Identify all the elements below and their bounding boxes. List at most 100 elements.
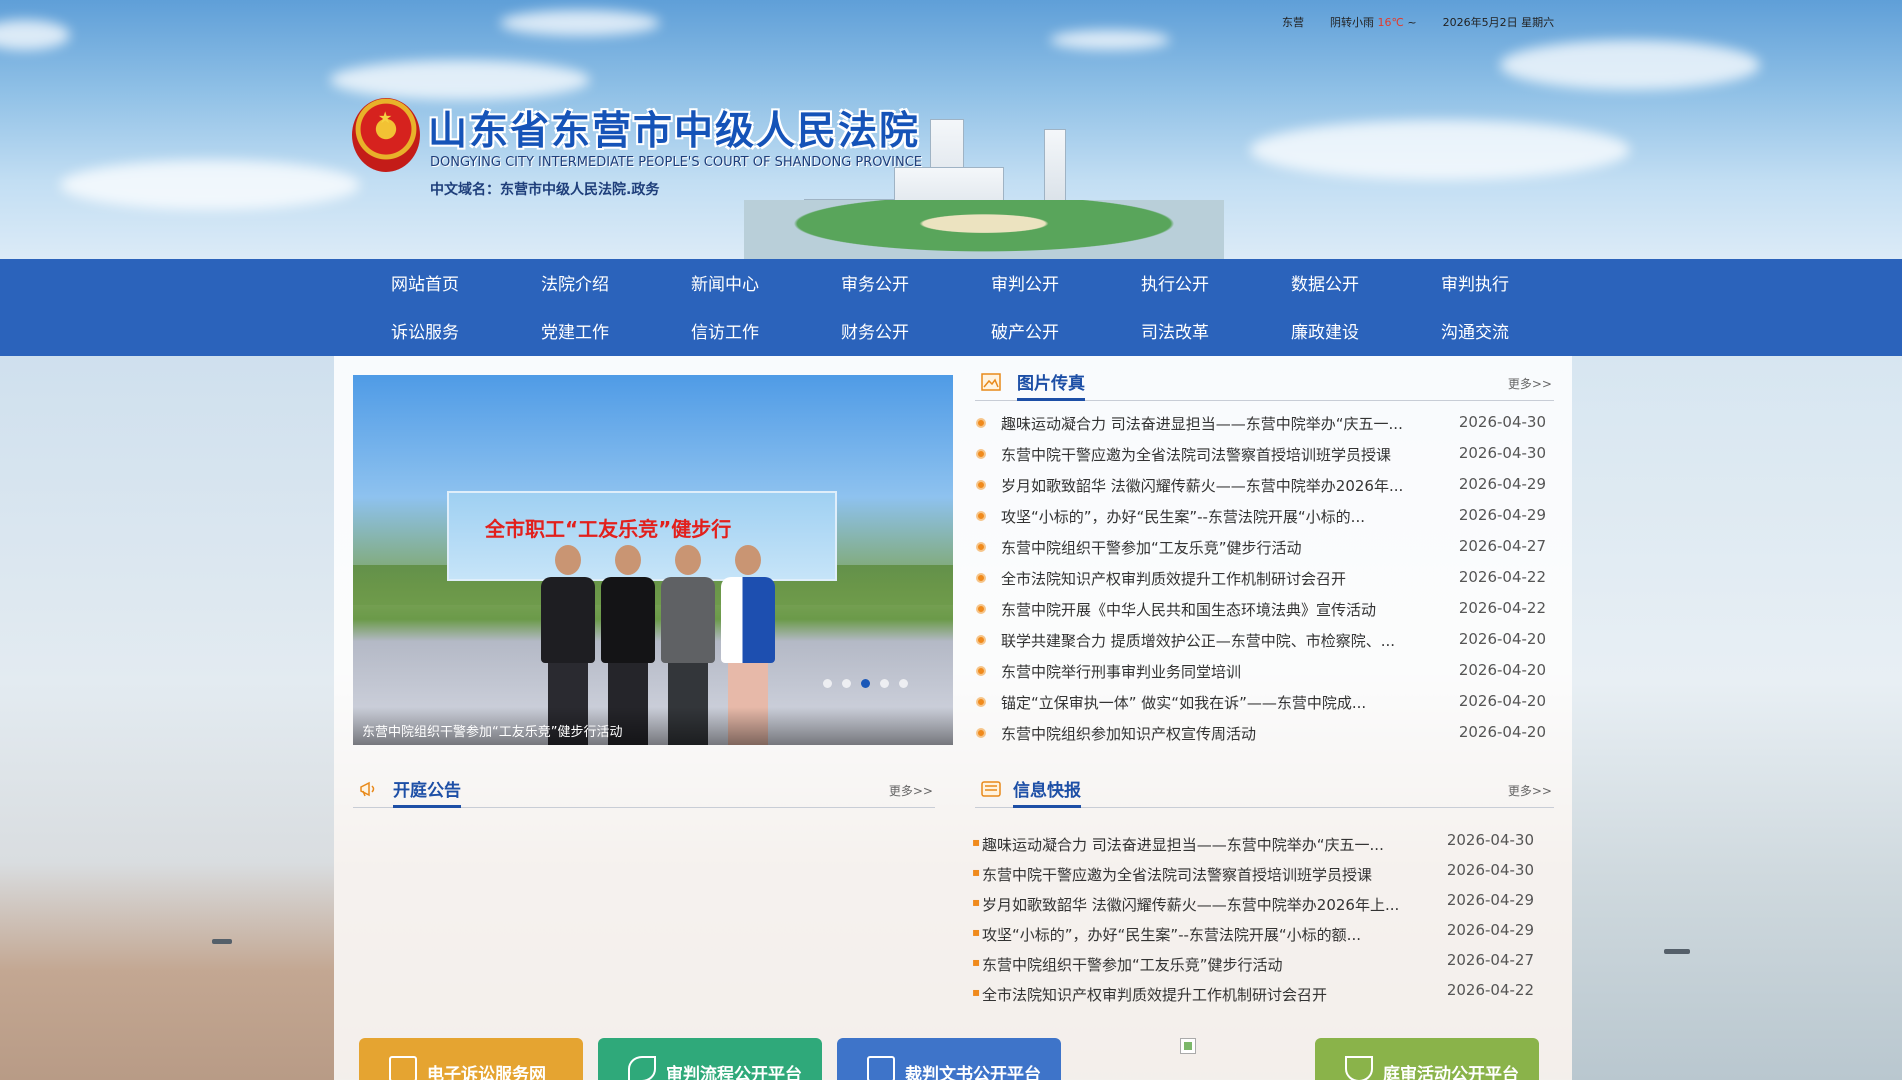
photo-news-item[interactable]: 趣味运动凝合力 司法奋进显担当——东营中院举办“庆五一... 2026-04-30 <box>976 409 1546 440</box>
nav-item-trial-execution[interactable]: 审判执行 <box>1400 263 1550 311</box>
news-title[interactable]: 东营中院组织参加知识产权宣传周活动 <box>1001 723 1436 744</box>
background-scenery-left <box>0 356 334 1080</box>
info-news-item[interactable]: ▪ 趣味运动凝合力 司法奋进显担当——东营中院举办“庆五一... 2026-04-3… <box>972 829 1534 859</box>
site-domain: 中文域名：东营市中级人民法院.政务 <box>430 182 660 198</box>
bullet-icon: ▪ <box>972 835 981 849</box>
news-date: 2026-04-29 <box>1458 506 1546 524</box>
news-title[interactable]: 趣味运动凝合力 司法奋进显担当——东营中院举办“庆五一... <box>1001 413 1436 434</box>
news-title[interactable]: 东营中院干警应邀为全省法院司法警察首授培训班学员授课 <box>1001 444 1436 465</box>
monitor-icon <box>389 1056 417 1080</box>
news-title[interactable]: 锚定“立保审执一体” 做实“如我在诉”——东营中院成... <box>1001 692 1436 713</box>
news-title[interactable]: 攻坚“小标的”，办好“民生案”--东营法院开展“小标的额... <box>982 924 1428 945</box>
main-navigation: 网站首页 法院介绍 新闻中心 审务公开 审判公开 执行公开 数据公开 审判执行 … <box>0 259 1902 356</box>
slide-dot[interactable] <box>842 679 851 688</box>
info-news-item[interactable]: ▪ 攻坚“小标的”，办好“民生案”--东营法院开展“小标的额... 2026-04-… <box>972 919 1534 949</box>
info-news-item[interactable]: ▪ 全市法院知识产权审判质效提升工作机制研讨会召开 2026-04-22 <box>972 979 1534 1009</box>
info-news-item[interactable]: ▪ 岁月如歌致韶华 法徽闪耀传薪火——东营中院举办2026年上... 2026-04… <box>972 889 1534 919</box>
info-news-header: 信息快报 更多>> <box>975 774 1554 808</box>
bullet-icon <box>976 697 986 707</box>
news-title[interactable]: 东营中院举行刑事审判业务同堂培训 <box>1001 661 1436 682</box>
nav-item-court-intro[interactable]: 法院介绍 <box>500 263 650 311</box>
trial-process-platform-button[interactable]: 审判流程公开平台 <box>598 1038 822 1080</box>
photo-news-item[interactable]: 东营中院举行刑事审判业务同堂培训 2026-04-20 <box>976 657 1546 688</box>
nav-item-court-affairs[interactable]: 审务公开 <box>800 263 950 311</box>
photo-slideshow[interactable]: 全市职工“工友乐竞”健步行 东营中院组织干警参加“工友乐竞”健步行活动 <box>353 375 953 745</box>
platform-label: 审判流程公开平台 <box>666 1065 802 1080</box>
news-date: 2026-04-30 <box>1446 831 1534 849</box>
boat-decoration <box>1664 949 1690 954</box>
scales-icon <box>1345 1056 1373 1080</box>
nav-item-communication[interactable]: 沟通交流 <box>1400 311 1550 359</box>
photo-news-item[interactable]: 东营中院开展《中华人民共和国生态环境法典》宣传活动 2026-04-22 <box>976 595 1546 626</box>
news-title[interactable]: 全市法院知识产权审判质效提升工作机制研讨会召开 <box>1001 568 1436 589</box>
photo-news-item[interactable]: 锚定“立保审执一体” 做实“如我在诉”——东营中院成... 2026-04-20 <box>976 688 1546 719</box>
plaza-illustration <box>744 200 1224 259</box>
info-news-more-link[interactable]: 更多>> <box>1508 782 1552 799</box>
news-title[interactable]: 联学共建聚合力 提质增效护公正—东营中院、市检察院、... <box>1001 630 1436 651</box>
photo-news-more-link[interactable]: 更多>> <box>1508 375 1552 392</box>
e-litigation-platform-button[interactable]: 电子诉讼服务网 <box>359 1038 583 1080</box>
news-title[interactable]: 岁月如歌致韶华 法徽闪耀传薪火——东营中院举办2026年上... <box>982 894 1428 915</box>
news-title[interactable]: 岁月如歌致韶华 法徽闪耀传薪火——东营中院举办2026年... <box>1001 475 1436 496</box>
news-date: 2026-04-30 <box>1458 413 1546 431</box>
nav-item-execution-disclosure[interactable]: 执行公开 <box>1100 263 1250 311</box>
slide-dot[interactable] <box>880 679 889 688</box>
photo-news-title: 图片传真 <box>1017 369 1085 401</box>
photo-news-item[interactable]: 岁月如歌致韶华 法徽闪耀传薪火——东营中院举办2026年... 2026-04-2… <box>976 471 1546 502</box>
photo-news-item[interactable]: 联学共建聚合力 提质增效护公正—东营中院、市检察院、... 2026-04-20 <box>976 626 1546 657</box>
news-title[interactable]: 东营中院组织干警参加“工友乐竞”健步行活动 <box>982 954 1428 975</box>
temperature-suffix: ~ <box>1407 16 1417 29</box>
nav-item-judicial-reform[interactable]: 司法改革 <box>1100 311 1250 359</box>
court-notice-title: 开庭公告 <box>393 776 461 808</box>
nav-item-finance-disclosure[interactable]: 财务公开 <box>800 311 950 359</box>
photo-news-list: 趣味运动凝合力 司法奋进显担当——东营中院举办“庆五一... 2026-04-30… <box>976 409 1546 750</box>
date-info: 2026年5月2日 星期六 <box>1443 14 1555 30</box>
photo-news-item[interactable]: 攻坚“小标的”，办好“民生案”--东营法院开展“小标的... 2026-04-29 <box>976 502 1546 533</box>
nav-item-news-center[interactable]: 新闻中心 <box>650 263 800 311</box>
cloud-decoration <box>500 10 660 36</box>
nav-item-party-building[interactable]: 党建工作 <box>500 311 650 359</box>
nav-item-integrity[interactable]: 廉政建设 <box>1250 311 1400 359</box>
news-title[interactable]: 攻坚“小标的”，办好“民生案”--东营法院开展“小标的... <box>1001 506 1436 527</box>
platform-label: 电子诉讼服务网 <box>427 1065 546 1080</box>
nav-item-data-disclosure[interactable]: 数据公开 <box>1250 263 1400 311</box>
court-notice-more-link[interactable]: 更多>> <box>889 782 933 799</box>
platform-label: 裁判文书公开平台 <box>905 1065 1041 1080</box>
nav-item-petition[interactable]: 信访工作 <box>650 311 800 359</box>
bullet-icon <box>976 604 986 614</box>
news-title[interactable]: 东营中院干警应邀为全省法院司法警察首授培训班学员授课 <box>982 864 1428 885</box>
info-news-item[interactable]: ▪ 东营中院干警应邀为全省法院司法警察首授培训班学员授课 2026-04-30 <box>972 859 1534 889</box>
news-title[interactable]: 东营中院组织干警参加“工友乐竞”健步行活动 <box>1001 537 1436 558</box>
nav-item-trial-disclosure[interactable]: 审判公开 <box>950 263 1100 311</box>
court-hearing-platform-button[interactable]: 庭审活动公开平台 <box>1315 1038 1539 1080</box>
news-date: 2026-04-29 <box>1446 891 1534 909</box>
photo-news-item[interactable]: 全市法院知识产权审判质效提升工作机制研讨会召开 2026-04-22 <box>976 564 1546 595</box>
slide-dot[interactable] <box>899 679 908 688</box>
slide-dot[interactable] <box>823 679 832 688</box>
bullet-icon <box>976 666 986 676</box>
slide-dot[interactable] <box>861 679 870 688</box>
news-date: 2026-04-27 <box>1458 537 1546 555</box>
news-title[interactable]: 全市法院知识产权审判质效提升工作机制研讨会召开 <box>982 984 1428 1005</box>
news-title[interactable]: 趣味运动凝合力 司法奋进显担当——东营中院举办“庆五一... <box>982 834 1428 855</box>
nav-item-home[interactable]: 网站首页 <box>350 263 500 311</box>
info-news-item[interactable]: ▪ 东营中院组织干警参加“工友乐竞”健步行活动 2026-04-27 <box>972 949 1534 979</box>
photo-news-header: 图片传真 更多>> <box>975 367 1554 401</box>
news-date: 2026-04-27 <box>1446 951 1534 969</box>
boat-decoration <box>212 939 232 944</box>
photo-news-item[interactable]: 东营中院组织参加知识产权宣传周活动 2026-04-20 <box>976 719 1546 750</box>
slide-caption[interactable]: 东营中院组织干警参加“工友乐竞”健步行活动 <box>353 707 953 745</box>
cloud-decoration <box>1250 120 1630 180</box>
judgment-documents-platform-button[interactable]: 裁判文书公开平台 <box>837 1038 1061 1080</box>
image-placeholder-icon[interactable] <box>1180 1038 1196 1054</box>
nav-row-1: 网站首页 法院介绍 新闻中心 审务公开 审判公开 执行公开 数据公开 审判执行 <box>350 263 1550 311</box>
news-title[interactable]: 东营中院开展《中华人民共和国生态环境法典》宣传活动 <box>1001 599 1436 620</box>
photo-news-item[interactable]: 东营中院组织干警参加“工友乐竞”健步行活动 2026-04-27 <box>976 533 1546 564</box>
nav-item-litigation-service[interactable]: 诉讼服务 <box>350 311 500 359</box>
nav-item-bankruptcy-disclosure[interactable]: 破产公开 <box>950 311 1100 359</box>
photo-news-item[interactable]: 东营中院干警应邀为全省法院司法警察首授培训班学员授课 2026-04-30 <box>976 440 1546 471</box>
bullet-icon <box>976 511 986 521</box>
bullet-icon: ▪ <box>972 985 981 999</box>
site-header: 东营 阴转小雨 16℃ ~ 2026年5月2日 星期六 ★ 山东省东营市中级人民… <box>0 0 1902 259</box>
bullet-icon: ▪ <box>972 895 981 909</box>
